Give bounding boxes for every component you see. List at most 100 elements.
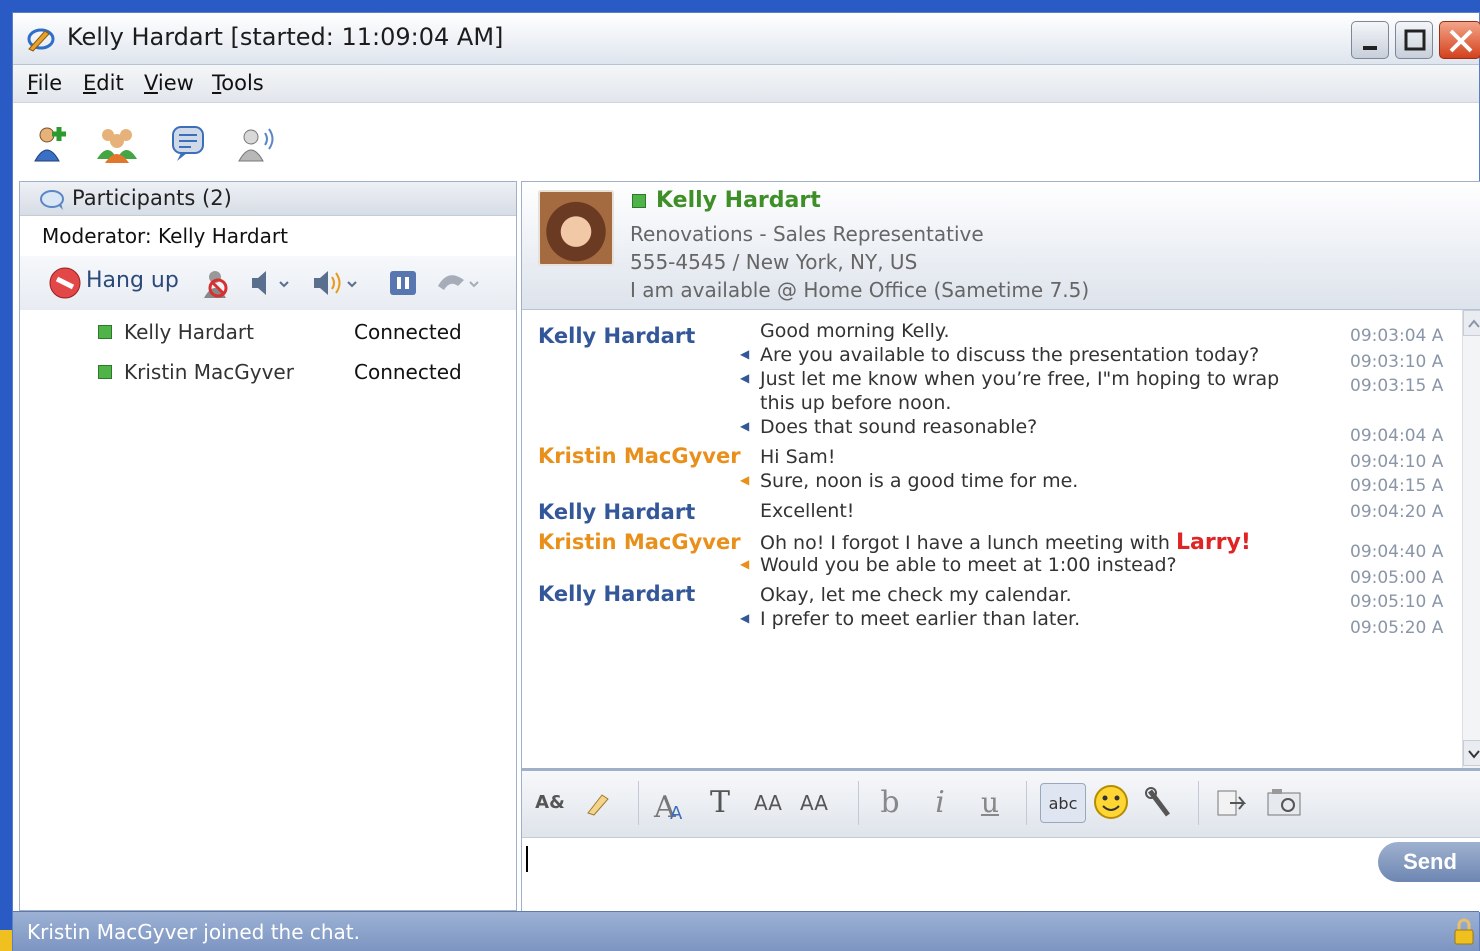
chevron-up-icon bbox=[1468, 319, 1480, 328]
settings-dropdown-icon[interactable] bbox=[432, 266, 484, 300]
font-size-up-button[interactable]: AA bbox=[748, 783, 788, 823]
menu-bar: File Edit View Tools bbox=[13, 65, 1479, 103]
message-arrow-icon: ◀ bbox=[740, 419, 750, 433]
chat-window: Kelly Hardart [started: 11:09:04 AM] Fil… bbox=[12, 12, 1480, 951]
main-toolbar bbox=[13, 103, 1479, 181]
link-icon[interactable] bbox=[1142, 785, 1176, 821]
message-timestamp: 09:03:10 A bbox=[1350, 352, 1444, 372]
contact-card: Kelly Hardart Renovations - Sales Repres… bbox=[522, 182, 1480, 310]
hang-up-button[interactable]: Hang up bbox=[86, 268, 179, 293]
message-timestamp: 09:05:00 A bbox=[1350, 568, 1444, 588]
minimize-icon bbox=[1363, 46, 1377, 50]
close-button[interactable] bbox=[1439, 21, 1480, 59]
message-sender: Kelly Hardart bbox=[538, 582, 696, 606]
send-file-icon[interactable] bbox=[1214, 785, 1254, 821]
voice-call-icon[interactable] bbox=[235, 121, 279, 165]
contact-title: Renovations - Sales Representative bbox=[630, 222, 984, 246]
participant-name: Kristin MacGyver bbox=[124, 360, 294, 384]
menu-file[interactable]: File bbox=[27, 71, 62, 95]
message-text: Excellent! bbox=[760, 500, 855, 522]
bold-button[interactable]: b bbox=[872, 783, 908, 823]
moderator-label: Moderator: Kelly Hardart bbox=[42, 224, 288, 248]
sametime-app-icon bbox=[27, 28, 55, 52]
message-text: ◀ Does that sound reasonable? bbox=[740, 416, 1038, 438]
svg-text:A: A bbox=[670, 803, 683, 823]
online-status-icon bbox=[98, 365, 112, 379]
window-title: Kelly Hardart [started: 11:09:04 AM] bbox=[67, 23, 504, 51]
maximize-button[interactable] bbox=[1395, 21, 1433, 59]
message-sender: Kristin MacGyver bbox=[538, 530, 741, 554]
avatar[interactable] bbox=[538, 190, 614, 266]
menu-tools[interactable]: Tools bbox=[212, 71, 264, 95]
transcript-scrollbar[interactable] bbox=[1462, 310, 1480, 768]
emoticon-icon[interactable] bbox=[1092, 783, 1130, 821]
message-text: ◀ Just let me know when you’re free, I"m … bbox=[740, 368, 1280, 390]
message-text: Oh no! I forgot I have a lunch meeting w… bbox=[760, 530, 1251, 555]
contact-status-message: I am available @ Home Office (Sametime 7… bbox=[630, 278, 1090, 302]
message-text: this up before noon. bbox=[760, 392, 952, 414]
message-text: ◀ Sure, noon is a good time for me. bbox=[740, 470, 1079, 492]
group-icon[interactable] bbox=[95, 121, 139, 165]
message-sender: Kelly Hardart bbox=[538, 324, 696, 348]
add-person-icon[interactable] bbox=[29, 121, 73, 165]
font-style-button[interactable]: A& bbox=[532, 783, 568, 823]
message-arrow-icon: ◀ bbox=[740, 371, 750, 385]
highlighter-icon[interactable] bbox=[582, 791, 612, 817]
message-text: ◀ I prefer to meet earlier than later. bbox=[740, 608, 1081, 630]
chat-transcript[interactable]: Kelly Hardart Kristin MacGyver Kelly Har… bbox=[522, 310, 1464, 768]
contact-name[interactable]: Kelly Hardart bbox=[656, 188, 821, 213]
message-timestamp: 09:04:20 A bbox=[1350, 502, 1444, 522]
online-status-icon bbox=[632, 194, 646, 208]
scroll-down-button[interactable] bbox=[1463, 740, 1480, 766]
message-arrow-icon: ◀ bbox=[740, 557, 750, 571]
menu-view[interactable]: View bbox=[144, 71, 194, 95]
call-controls: Hang up bbox=[20, 256, 516, 310]
conversation-pane: Kelly Hardart Renovations - Sales Repres… bbox=[521, 181, 1480, 912]
participant-row[interactable]: Kristin MacGyver Connected bbox=[20, 354, 516, 392]
participants-title: Participants (2) bbox=[72, 186, 232, 210]
moderator-row: Moderator: Kelly Hardart bbox=[20, 216, 516, 256]
font-color-icon[interactable]: A A bbox=[652, 787, 690, 823]
toolbar-separator bbox=[1198, 781, 1199, 825]
mute-participant-icon[interactable] bbox=[198, 266, 232, 300]
underline-button[interactable]: u bbox=[972, 783, 1008, 823]
contact-location: 555-4545 / New York, NY, US bbox=[630, 250, 918, 274]
message-timestamp: 09:04:15 A bbox=[1350, 476, 1444, 496]
send-button[interactable]: Send bbox=[1378, 842, 1480, 882]
spell-check-button[interactable]: abc bbox=[1040, 783, 1086, 823]
participant-row[interactable]: Kelly Hardart Connected bbox=[20, 314, 516, 352]
title-bar[interactable]: Kelly Hardart [started: 11:09:04 AM] bbox=[13, 13, 1480, 65]
message-sender: Kristin MacGyver bbox=[538, 444, 741, 468]
participant-name: Kelly Hardart bbox=[124, 320, 254, 344]
formatting-toolbar: A& A A T AA AA b i u abc bbox=[522, 768, 1480, 838]
speaker-dropdown-icon[interactable] bbox=[310, 266, 362, 300]
hang-up-icon[interactable] bbox=[48, 266, 82, 300]
message-arrow-icon: ◀ bbox=[740, 611, 750, 625]
screen-capture-icon[interactable] bbox=[1264, 785, 1306, 821]
lock-icon[interactable] bbox=[1453, 918, 1475, 946]
message-text: ◀ Would you be able to meet at 1:00 inste… bbox=[740, 554, 1177, 576]
message-timestamp: 09:05:20 A bbox=[1350, 618, 1444, 638]
minimize-button[interactable] bbox=[1351, 21, 1389, 59]
participants-header[interactable]: Participants (2) bbox=[20, 182, 516, 216]
scroll-up-button[interactable] bbox=[1463, 310, 1480, 336]
message-text: Good morning Kelly. bbox=[760, 320, 950, 342]
font-size-down-button[interactable]: AA bbox=[794, 783, 834, 823]
text-caret bbox=[526, 846, 528, 872]
chat-bubble-icon bbox=[40, 190, 64, 210]
participant-status: Connected bbox=[354, 360, 462, 384]
pause-icon[interactable] bbox=[388, 266, 418, 300]
message-timestamp: 09:04:10 A bbox=[1350, 452, 1444, 472]
italic-button[interactable]: i bbox=[922, 783, 958, 823]
message-text: Hi Sam! bbox=[760, 446, 836, 468]
volume-dropdown-icon[interactable] bbox=[248, 266, 292, 300]
font-face-button[interactable]: T bbox=[700, 783, 740, 823]
chat-bubble-icon[interactable] bbox=[167, 121, 211, 165]
taskbar-edge bbox=[0, 930, 12, 951]
close-icon bbox=[1449, 29, 1473, 53]
message-input[interactable]: Send bbox=[522, 838, 1480, 912]
chevron-down-icon bbox=[1468, 750, 1480, 759]
maximize-icon bbox=[1404, 29, 1426, 51]
message-sender: Kelly Hardart bbox=[538, 500, 696, 524]
menu-edit[interactable]: Edit bbox=[83, 71, 124, 95]
